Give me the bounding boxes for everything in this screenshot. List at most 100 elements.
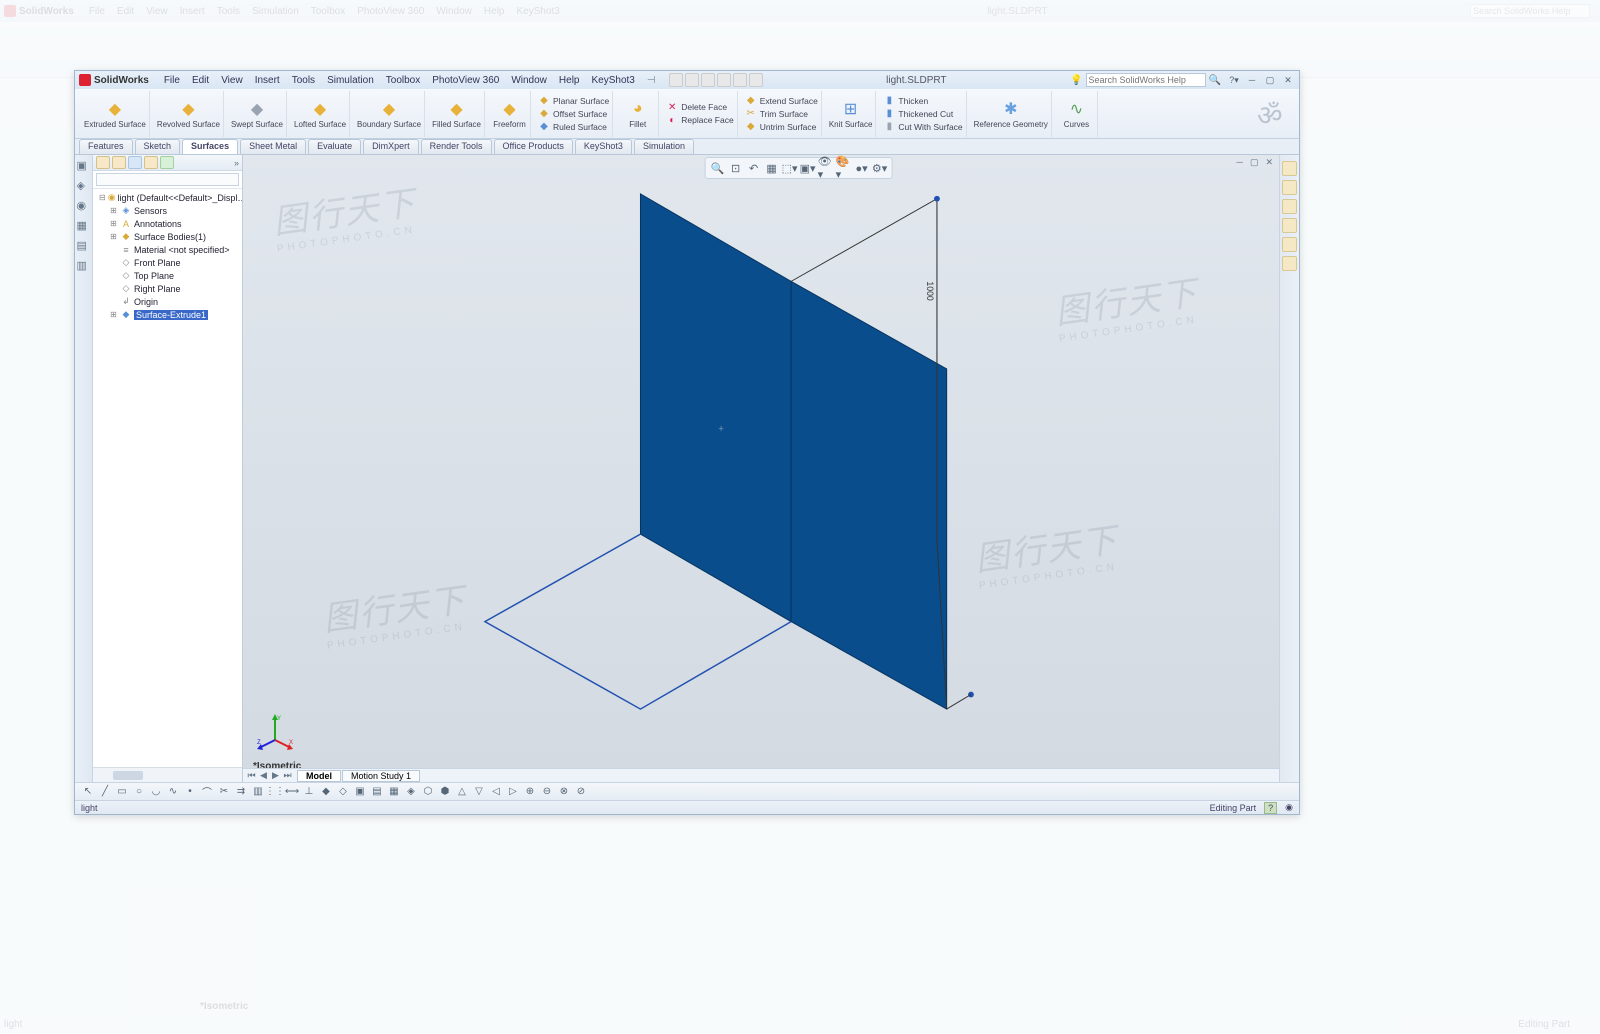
tree-node-annotations[interactable]: ⊞AAnnotations — [97, 217, 242, 230]
sk-spline-icon[interactable]: ∿ — [166, 785, 180, 799]
sk-more-11-icon[interactable]: ◁ — [489, 785, 503, 799]
ribbon-planar-surface[interactable]: ◆Planar Surface — [538, 95, 609, 107]
taskpane-appearances-icon[interactable] — [1282, 237, 1297, 252]
tree-root-node[interactable]: ⊟◉light (Default<<Default>_Displ… — [97, 191, 242, 204]
tab-sketch[interactable]: Sketch — [135, 139, 181, 154]
tab-sheet-metal[interactable]: Sheet Metal — [240, 139, 306, 154]
ribbon-extend-surface[interactable]: ◆Extend Surface — [745, 95, 818, 107]
ribbon-revolved-surface[interactable]: ◆Revolved Surface — [154, 91, 224, 137]
tab-nav-next-icon[interactable]: ▶ — [270, 770, 281, 781]
sk-more-10-icon[interactable]: ▽ — [472, 785, 486, 799]
tab-keyshot[interactable]: KeyShot3 — [575, 139, 632, 154]
3d-viewport[interactable]: 🔍 ⊡ ↶ ▦ ⬚▾ ▣▾ 👁▾ 🎨▾ ●▾ ⚙▾ ─ ▢ ✕ — [243, 155, 1279, 782]
tree-tab-dimxpert-icon[interactable] — [144, 156, 158, 169]
sk-dim-icon[interactable]: ⟷ — [285, 785, 299, 799]
ribbon-replace-face[interactable]: ◐Replace Face — [666, 114, 733, 126]
sk-more-1-icon[interactable]: ◆ — [319, 785, 333, 799]
maximize-button[interactable]: ▢ — [1263, 74, 1277, 86]
leftstrip-icon-6[interactable]: ▥ — [77, 259, 91, 273]
help-search-input[interactable] — [1086, 73, 1206, 87]
tab-render-tools[interactable]: Render Tools — [421, 139, 492, 154]
sk-more-5-icon[interactable]: ▦ — [387, 785, 401, 799]
close-button[interactable]: ✕ — [1281, 74, 1295, 86]
search-go-icon[interactable]: 🔍 — [1209, 75, 1221, 86]
tree-tab-property-icon[interactable] — [112, 156, 126, 169]
sk-more-16-icon[interactable]: ⊘ — [574, 785, 588, 799]
menu-help[interactable]: Help — [554, 74, 585, 87]
taskpane-resources-icon[interactable] — [1282, 161, 1297, 176]
ribbon-extruded-surface[interactable]: ◆Extruded Surface — [81, 91, 150, 137]
help-dropdown-icon[interactable]: ?▾ — [1227, 74, 1241, 86]
sk-more-3-icon[interactable]: ▣ — [353, 785, 367, 799]
sk-arc-icon[interactable]: ◡ — [149, 785, 163, 799]
sk-more-14-icon[interactable]: ⊖ — [540, 785, 554, 799]
sk-more-8-icon[interactable]: ⬢ — [438, 785, 452, 799]
sk-rect-icon[interactable]: ▭ — [115, 785, 129, 799]
status-help-icon[interactable]: ? — [1264, 802, 1277, 814]
tab-evaluate[interactable]: Evaluate — [308, 139, 361, 154]
menu-toolbox[interactable]: Toolbox — [381, 74, 425, 87]
tree-h-scrollbar[interactable] — [93, 767, 242, 782]
menu-window[interactable]: Window — [506, 74, 552, 87]
tree-node-right-plane[interactable]: ◇Right Plane — [97, 282, 242, 295]
sk-more-2-icon[interactable]: ◇ — [336, 785, 350, 799]
tree-node-front-plane[interactable]: ◇Front Plane — [97, 256, 242, 269]
ribbon-cut-with-surface[interactable]: ▮Cut With Surface — [883, 121, 962, 133]
tree-tab-feature-icon[interactable] — [96, 156, 110, 169]
qat-options-icon[interactable] — [749, 73, 763, 87]
ribbon-freeform[interactable]: ◆Freeform — [489, 91, 531, 137]
sk-more-4-icon[interactable]: ▤ — [370, 785, 384, 799]
sk-relation-icon[interactable]: ⊥ — [302, 785, 316, 799]
sk-more-15-icon[interactable]: ⊗ — [557, 785, 571, 799]
ribbon-fillet[interactable]: ◕Fillet — [617, 91, 659, 137]
sk-select-icon[interactable]: ↖ — [81, 785, 95, 799]
sk-circle-icon[interactable]: ○ — [132, 785, 146, 799]
ribbon-ruled-surface[interactable]: ◆Ruled Surface — [538, 121, 609, 133]
sk-pattern-icon[interactable]: ⋮⋮ — [268, 785, 282, 799]
sk-mirror-icon[interactable]: ▥ — [251, 785, 265, 799]
leftstrip-icon-1[interactable]: ▣ — [77, 159, 91, 173]
menu-keyshot[interactable]: KeyShot3 — [586, 74, 639, 87]
ribbon-knit-surface[interactable]: ⊞Knit Surface — [826, 91, 877, 137]
status-rebuild-icon[interactable]: ◉ — [1285, 802, 1293, 813]
taskpane-design-library-icon[interactable] — [1282, 180, 1297, 195]
leftstrip-icon-3[interactable]: ◉ — [77, 199, 91, 213]
sk-fillet-icon[interactable]: ⌒ — [200, 785, 214, 799]
qat-new-icon[interactable] — [669, 73, 683, 87]
tree-node-sensors[interactable]: ⊞◈Sensors — [97, 204, 242, 217]
menu-tools[interactable]: Tools — [287, 74, 320, 87]
sk-trim-icon[interactable]: ✂ — [217, 785, 231, 799]
qat-print-icon[interactable] — [717, 73, 731, 87]
minimize-button[interactable]: ─ — [1245, 74, 1259, 86]
qat-rebuild-icon[interactable] — [733, 73, 747, 87]
tab-surfaces[interactable]: Surfaces — [182, 139, 238, 154]
tab-dimxpert[interactable]: DimXpert — [363, 139, 419, 154]
taskpane-file-explorer-icon[interactable] — [1282, 199, 1297, 214]
sk-more-13-icon[interactable]: ⊕ — [523, 785, 537, 799]
ribbon-swept-surface[interactable]: ◆Swept Surface — [228, 91, 287, 137]
bottom-tab-model[interactable]: Model — [297, 770, 341, 782]
bottom-tab-motion-study[interactable]: Motion Study 1 — [342, 770, 420, 782]
leftstrip-icon-4[interactable]: ▦ — [77, 219, 91, 233]
taskpane-custom-props-icon[interactable] — [1282, 256, 1297, 271]
menu-insert[interactable]: Insert — [250, 74, 285, 87]
leftstrip-icon-2[interactable]: ◈ — [77, 179, 91, 193]
menu-edit[interactable]: Edit — [187, 74, 214, 87]
tree-node-material[interactable]: ≡Material <not specified> — [97, 243, 242, 256]
tree-tab-display-icon[interactable] — [160, 156, 174, 169]
sk-offset-icon[interactable]: ⇉ — [234, 785, 248, 799]
tab-office-products[interactable]: Office Products — [494, 139, 573, 154]
ribbon-filled-surface[interactable]: ◆Filled Surface — [429, 91, 485, 137]
qat-save-icon[interactable] — [701, 73, 715, 87]
tab-nav-last-icon[interactable]: ⏭ — [282, 770, 293, 781]
ribbon-delete-face[interactable]: ✕Delete Face — [666, 101, 733, 113]
ribbon-lofted-surface[interactable]: ◆Lofted Surface — [291, 91, 350, 137]
menu-simulation[interactable]: Simulation — [322, 74, 379, 87]
ribbon-offset-surface[interactable]: ◆Offset Surface — [538, 108, 609, 120]
tree-filter-input[interactable] — [96, 173, 239, 186]
menu-pin-icon[interactable]: ⊣ — [642, 74, 661, 87]
leftstrip-icon-5[interactable]: ▤ — [77, 239, 91, 253]
tab-nav-prev-icon[interactable]: ◀ — [258, 770, 269, 781]
sk-more-6-icon[interactable]: ◈ — [404, 785, 418, 799]
ribbon-trim-surface[interactable]: ✂Trim Surface — [745, 108, 818, 120]
